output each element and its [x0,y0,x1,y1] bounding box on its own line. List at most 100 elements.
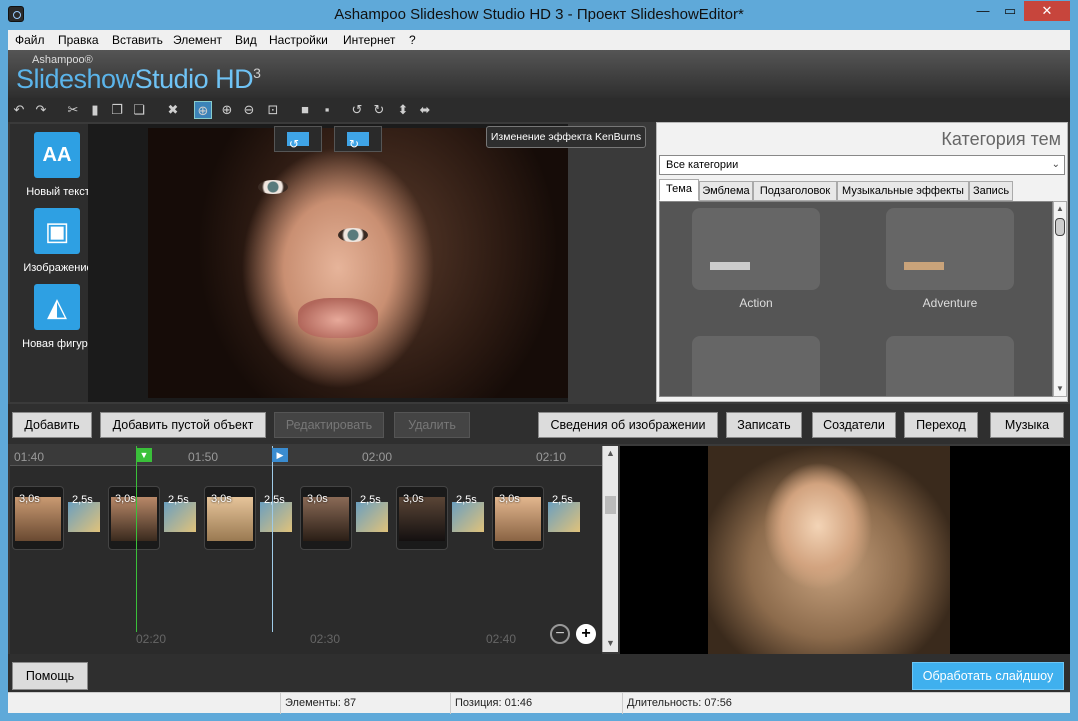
tick-label: 02:40 [486,632,517,646]
slide-thumb[interactable]: 3,0s [204,486,256,550]
transition-thumb[interactable] [68,502,100,532]
slide-duration: 3,0s [211,493,232,505]
transition-thumb[interactable] [260,502,292,532]
image-info-button[interactable]: Сведения об изображении [538,412,718,438]
tab-emblem[interactable]: Эмблема [699,181,753,201]
menu-insert[interactable]: Вставить [112,33,163,47]
transition-duration: 2,5s [72,494,93,506]
close-button[interactable]: ✕ [1024,1,1070,21]
menu-file[interactable]: Файл [15,33,45,47]
scroll-down-icon[interactable]: ▼ [606,638,615,648]
add-button[interactable]: Добавить [12,412,92,438]
transition-duration: 2,5s [168,494,189,506]
scroll-up-icon[interactable]: ▲ [1056,204,1064,213]
transition-button[interactable]: Переход [904,412,978,438]
zoom-out-icon[interactable]: ⊖ [240,101,258,119]
slide-thumb[interactable]: 3,0s [396,486,448,550]
cut-icon[interactable]: ✂ [64,101,82,119]
tick-label: 01:50 [188,450,219,464]
music-button[interactable]: Музыка [990,412,1064,438]
rotate-left-icon[interactable]: ↺ [348,101,366,119]
playhead-handle-icon[interactable]: ▼ [136,448,152,462]
transition-thumb[interactable] [548,502,580,532]
scroll-thumb[interactable] [605,496,616,514]
rotate-preview-right-button[interactable]: ↻ [334,126,382,152]
scroll-thumb[interactable] [1055,218,1065,236]
slide-thumb[interactable]: 3,0s [492,486,544,550]
add-empty-button[interactable]: Добавить пустой объект [100,412,266,438]
position-marker[interactable] [272,446,273,632]
undo-icon[interactable]: ↶ [10,101,28,119]
delete-button[interactable]: Удалить [394,412,470,438]
slide-thumb[interactable]: 3,0s [12,486,64,550]
rotate-right-icon[interactable]: ↻ [370,101,388,119]
transition-thumb[interactable] [356,502,388,532]
title-bar: Ashampoo Slideshow Studio HD 3 - Проект … [0,0,1078,30]
menu-internet[interactable]: Интернет [343,33,395,47]
send-back-icon[interactable]: ▪ [318,101,336,119]
tab-music-effects[interactable]: Музыкальные эффекты [837,181,969,201]
tab-theme[interactable]: Тема [659,179,699,201]
timeline[interactable]: 01:40 01:50 02:00 02:10 3,0s 2,5s 3,0s 2… [10,446,618,654]
window-title: Ashampoo Slideshow Studio HD 3 - Проект … [334,6,744,23]
status-duration: Длительность: 07:56 [622,693,802,714]
slide-duration: 3,0s [307,493,328,505]
zoom-in-icon[interactable]: + [576,624,596,644]
timeline-scrollbar[interactable]: ▲ ▼ [602,446,618,652]
video-preview[interactable] [620,446,1070,654]
flip-horizontal-icon[interactable]: ⬌ [416,101,434,119]
kenburns-button[interactable]: Изменение эффекта KenBurns [486,126,646,148]
menu-help[interactable]: ? [409,33,416,47]
app-frame: Ashampoo® SlideshowStudio HD3 ↶ ↷ ✂ ▮ ❐ … [8,50,1070,714]
brand-version: 3 [253,65,261,81]
transition-thumb[interactable] [452,502,484,532]
theme-action-thumb[interactable] [692,208,820,290]
shape-icon: ◭ [34,284,80,330]
tab-subtitle[interactable]: Подзаголовок [753,181,837,201]
category-title: Категория тем [941,129,1061,149]
category-select[interactable]: Все категории ⌄ [659,155,1065,175]
position-handle-icon[interactable]: ▶ [272,448,288,462]
help-button[interactable]: Помощь [12,662,88,690]
transition-thumb[interactable] [164,502,196,532]
slide-duration: 3,0s [19,493,40,505]
edit-button[interactable]: Редактировать [274,412,384,438]
menu-edit[interactable]: Правка [58,33,99,47]
theme-thumb[interactable] [692,336,820,396]
preview-photo [148,128,568,398]
process-slideshow-button[interactable]: Обработать слайдшоу [912,662,1064,690]
menu-view[interactable]: Вид [235,33,257,47]
menu-element[interactable]: Элемент [173,33,222,47]
paste-icon[interactable]: ❏ [130,101,148,119]
copy-icon[interactable]: ❐ [108,101,126,119]
menu-settings[interactable]: Настройки [269,33,328,47]
insert-tools-panel: AA Новый текст ▣ Изображение ◭ Новая фиг… [10,124,96,402]
timeline-ruler[interactable]: 01:40 01:50 02:00 02:10 [10,446,602,466]
flip-vertical-icon[interactable]: ⬍ [394,101,412,119]
remove-icon[interactable]: ✖ [164,101,182,119]
slide-thumb[interactable]: 3,0s [300,486,352,550]
scroll-up-icon[interactable]: ▲ [606,448,615,458]
bring-front-icon[interactable]: ■ [296,101,314,119]
maximize-button[interactable]: ▭ [997,1,1023,21]
zoom-in-icon[interactable]: ⊕ [218,101,236,119]
delete-icon[interactable]: ▮ [86,101,104,119]
slide-preview[interactable]: ↺ ↻ [88,124,568,402]
zoom-fit-icon[interactable]: ⊕ [194,101,212,119]
theme-scrollbar[interactable]: ▲ ▼ [1053,201,1067,397]
record-button[interactable]: Записать [726,412,802,438]
playhead-marker[interactable] [136,446,137,632]
creators-button[interactable]: Создатели [812,412,896,438]
rotate-preview-left-button[interactable]: ↺ [274,126,322,152]
theme-thumb[interactable] [886,336,1014,396]
slide-thumb[interactable]: 3,0s [108,486,160,550]
scroll-down-icon[interactable]: ▼ [1056,384,1064,393]
minimize-button[interactable]: — [969,1,997,21]
zoom-out-icon[interactable]: − [550,624,570,644]
redo-icon[interactable]: ↷ [32,101,50,119]
theme-adventure-thumb[interactable] [886,208,1014,290]
tick-label: 01:40 [14,450,45,464]
bottom-bar: Помощь Обработать слайдшоу [8,654,1070,694]
zoom-select-icon[interactable]: ⊡ [264,101,282,119]
tab-record[interactable]: Запись [969,181,1013,201]
